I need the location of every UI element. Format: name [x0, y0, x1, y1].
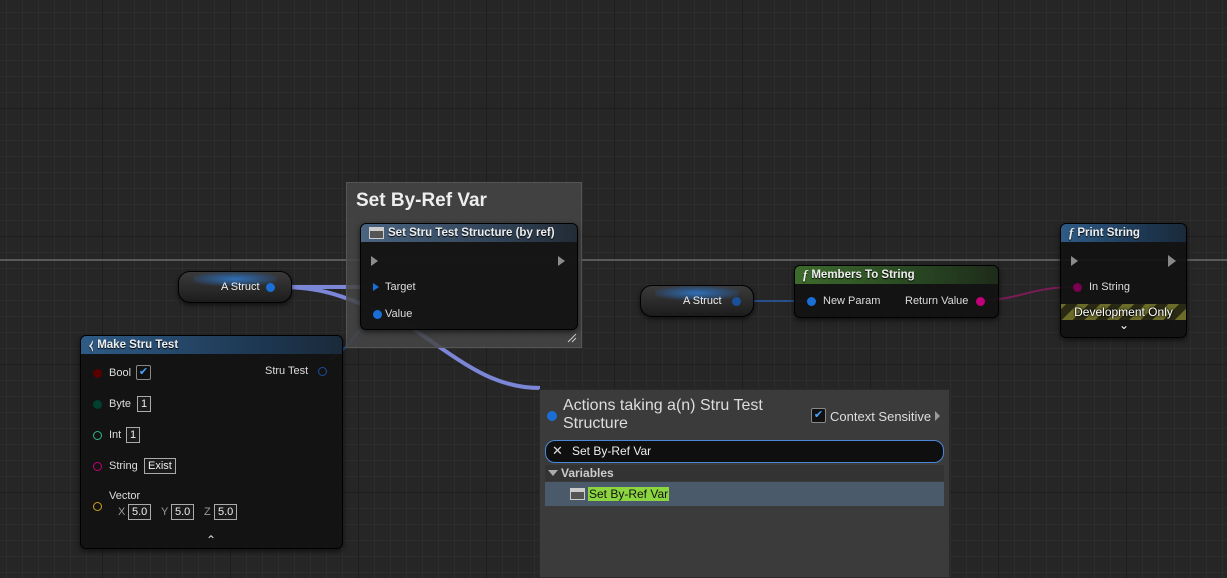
struct-variable-node-right[interactable]: A Struct	[640, 285, 754, 317]
variable-label: A Struct	[683, 295, 722, 307]
print-string-header: f Print String	[1061, 224, 1186, 242]
in-string-pin[interactable]	[1073, 283, 1082, 292]
make-struct-icon: ⧼	[89, 338, 94, 352]
bool-label: Bool	[109, 367, 132, 379]
members-to-string-node[interactable]: f Members To String New Param Return Val…	[794, 265, 999, 318]
int-input[interactable]: 1	[126, 427, 141, 443]
string-pin[interactable]	[93, 462, 102, 471]
function-icon: f	[803, 267, 808, 282]
comment-title: Set By-Ref Var	[356, 190, 487, 211]
search-box[interactable]: ✕ Set By-Ref Var	[545, 440, 944, 463]
return-value-pin[interactable]	[976, 297, 985, 306]
variable-output-pin[interactable]	[732, 297, 741, 306]
variables-category-label: Variables	[561, 466, 614, 480]
target-pin[interactable]	[373, 283, 379, 291]
value-pin[interactable]	[373, 310, 382, 319]
exec-in-pin[interactable]	[1071, 256, 1078, 266]
vector-x-label: X	[118, 506, 126, 518]
stru-test-output-label: Stru Test	[265, 365, 309, 377]
vector-y-label: Y	[161, 506, 169, 518]
vector-label: Vector	[109, 490, 141, 502]
function-icon: f	[1069, 225, 1074, 240]
development-only-label: Development Only	[1074, 305, 1173, 319]
byte-label: Byte	[109, 398, 132, 410]
print-string-title: Print String	[1077, 227, 1140, 239]
byte-input[interactable]: 1	[137, 396, 152, 412]
action-menu[interactable]: Actions taking a(n) Stru Test Structure …	[539, 389, 950, 578]
context-sensitive-checkbox[interactable]: ✔	[811, 408, 826, 423]
resize-handle-icon[interactable]	[567, 333, 577, 343]
clear-search-icon[interactable]: ✕	[552, 443, 563, 459]
struct-icon	[570, 488, 585, 500]
exec-out-outline-icon	[1168, 255, 1176, 267]
print-string-node[interactable]: f Print String In String Development Onl…	[1060, 223, 1187, 338]
byte-pin[interactable]	[93, 400, 102, 409]
string-input[interactable]: Exist	[144, 458, 176, 474]
set-struct-node-header: Set Stru Test Structure (by ref)	[361, 224, 577, 242]
vector-z-label: Z	[204, 506, 211, 518]
variable-label: A Struct	[221, 281, 260, 293]
new-param-pin[interactable]	[807, 297, 816, 306]
members-to-string-header: f Members To String	[795, 266, 998, 284]
set-struct-node[interactable]: Set Stru Test Structure (by ref) Target …	[360, 223, 578, 330]
struct-variable-node-left[interactable]: A Struct	[178, 271, 292, 303]
exec-in-pin[interactable]	[371, 256, 378, 266]
new-param-label: New Param	[823, 295, 881, 307]
exec-out-pin[interactable]	[558, 256, 565, 266]
vector-pin[interactable]	[93, 502, 102, 511]
make-struct-node[interactable]: ⧼ Make Stru Test Stru Test Bool ✔ Byte 1…	[80, 335, 343, 549]
search-input[interactable]: Set By-Ref Var	[572, 444, 651, 458]
expand-chevron-icon[interactable]: ⌄	[1119, 318, 1129, 332]
vector-x-input[interactable]: 5.0	[128, 504, 152, 520]
target-pin-label: Target	[385, 281, 416, 293]
action-item-set-by-ref-var[interactable]: Set By-Ref Var	[545, 482, 944, 506]
vector-y-input[interactable]: 5.0	[171, 504, 195, 520]
variables-category[interactable]: Variables	[545, 465, 944, 481]
bool-pin[interactable]	[93, 369, 102, 378]
action-item-label: Set By-Ref Var	[588, 487, 670, 501]
return-value-label: Return Value	[905, 295, 969, 307]
set-struct-node-title: Set Stru Test Structure (by ref)	[388, 227, 555, 239]
context-sensitive-label: Context Sensitive	[830, 409, 932, 424]
struct-type-icon	[547, 411, 557, 421]
stru-test-output-pin[interactable]	[318, 367, 327, 376]
string-label: String	[109, 460, 138, 472]
bool-checkbox[interactable]: ✔	[136, 365, 151, 380]
category-collapse-icon[interactable]	[548, 470, 558, 476]
int-label: Int	[109, 429, 122, 441]
make-struct-node-title: Make Stru Test	[97, 339, 179, 351]
value-pin-label: Value	[385, 308, 413, 320]
variable-output-pin[interactable]	[266, 283, 275, 292]
context-arrow-icon[interactable]	[935, 411, 940, 421]
int-pin[interactable]	[93, 431, 102, 440]
struct-icon	[369, 227, 384, 239]
members-to-string-title: Members To String	[811, 269, 915, 281]
vector-z-input[interactable]: 5.0	[214, 504, 238, 520]
collapse-chevron-icon[interactable]: ⌃	[206, 533, 216, 547]
make-struct-node-header: ⧼ Make Stru Test	[81, 336, 342, 354]
action-menu-title: Actions taking a(n) Stru Test Structure	[563, 397, 763, 432]
in-string-label: In String	[1089, 281, 1130, 293]
